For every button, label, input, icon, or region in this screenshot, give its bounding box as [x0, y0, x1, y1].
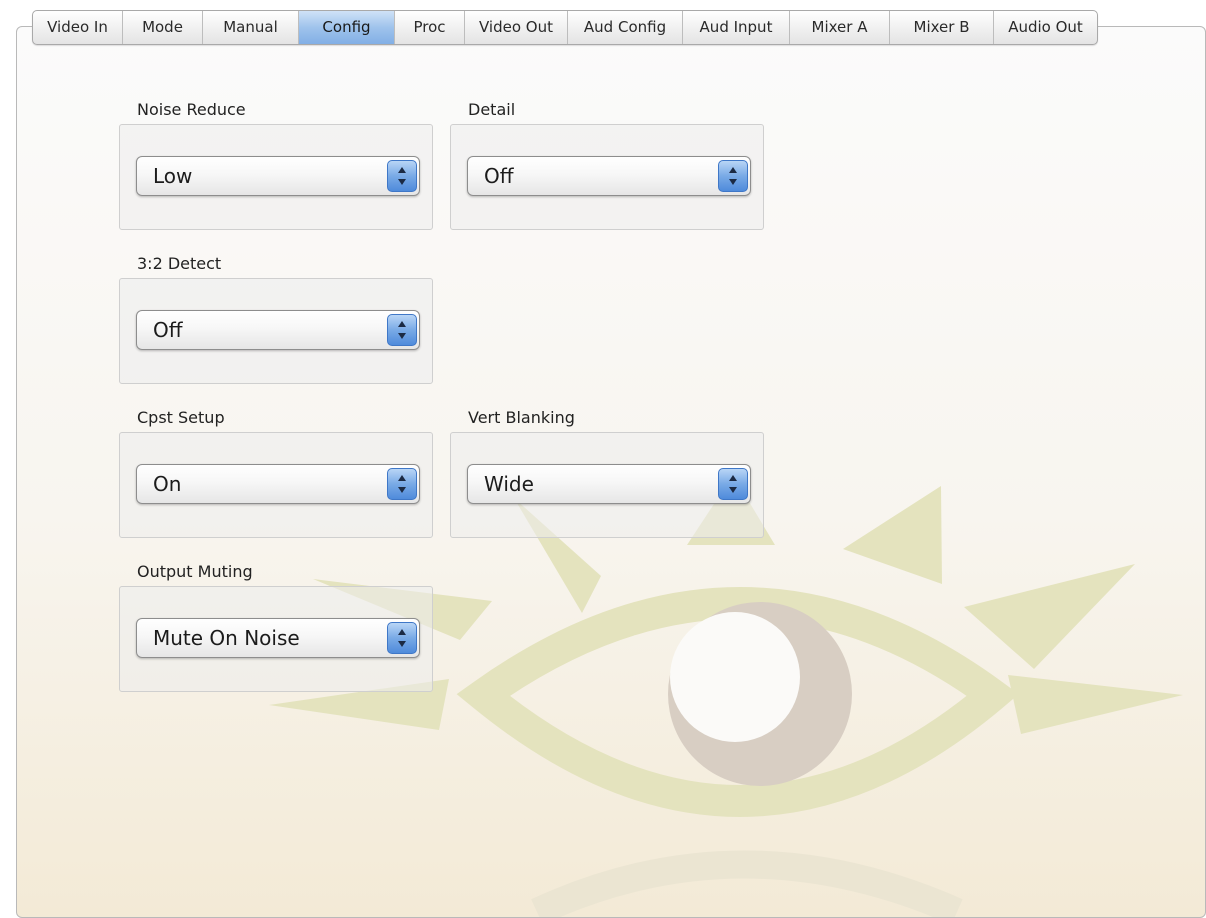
tab-video-out[interactable]: Video Out — [465, 11, 568, 44]
tab-aud-config[interactable]: Aud Config — [568, 11, 683, 44]
up-down-arrows-icon — [387, 622, 417, 654]
detect-32-select[interactable]: Off — [136, 310, 420, 350]
up-down-arrows-icon — [387, 160, 417, 192]
detail-label: Detail — [468, 100, 516, 119]
vert-blanking-select[interactable]: Wide — [467, 464, 751, 504]
up-down-arrows-icon — [387, 468, 417, 500]
cpst-setup-select[interactable]: On — [136, 464, 420, 504]
vert-blanking-value: Wide — [484, 472, 534, 496]
cpst-setup-box: On — [119, 432, 433, 538]
vert-blanking-box: Wide — [450, 432, 764, 538]
tab-mode[interactable]: Mode — [123, 11, 203, 44]
tab-aud-input[interactable]: Aud Input — [683, 11, 790, 44]
detail-value: Off — [484, 164, 514, 188]
cpst-setup-value: On — [153, 472, 182, 496]
tab-video-in[interactable]: Video In — [33, 11, 123, 44]
vert-blanking-label: Vert Blanking — [468, 408, 575, 427]
up-down-arrows-icon — [718, 468, 748, 500]
detail-select[interactable]: Off — [467, 156, 751, 196]
noise-reduce-label: Noise Reduce — [137, 100, 246, 119]
noise-reduce-value: Low — [153, 164, 193, 188]
tab-mixer-a[interactable]: Mixer A — [790, 11, 890, 44]
tab-mixer-b[interactable]: Mixer B — [890, 11, 994, 44]
tab-manual[interactable]: Manual — [203, 11, 299, 44]
output-muting-value: Mute On Noise — [153, 626, 300, 650]
noise-reduce-box: Low — [119, 124, 433, 230]
up-down-arrows-icon — [387, 314, 417, 346]
tab-config[interactable]: Config — [299, 11, 395, 44]
detail-box: Off — [450, 124, 764, 230]
noise-reduce-select[interactable]: Low — [136, 156, 420, 196]
tab-bar: Video In Mode Manual Config Proc Video O… — [32, 10, 1098, 45]
cpst-setup-label: Cpst Setup — [137, 408, 225, 427]
output-muting-select[interactable]: Mute On Noise — [136, 618, 420, 658]
detect-32-value: Off — [153, 318, 183, 342]
detect-32-box: Off — [119, 278, 433, 384]
output-muting-label: Output Muting — [137, 562, 253, 581]
detect-32-label: 3:2 Detect — [137, 254, 222, 273]
up-down-arrows-icon — [718, 160, 748, 192]
tab-proc[interactable]: Proc — [395, 11, 465, 44]
tab-audio-out[interactable]: Audio Out — [994, 11, 1097, 44]
output-muting-box: Mute On Noise — [119, 586, 433, 692]
